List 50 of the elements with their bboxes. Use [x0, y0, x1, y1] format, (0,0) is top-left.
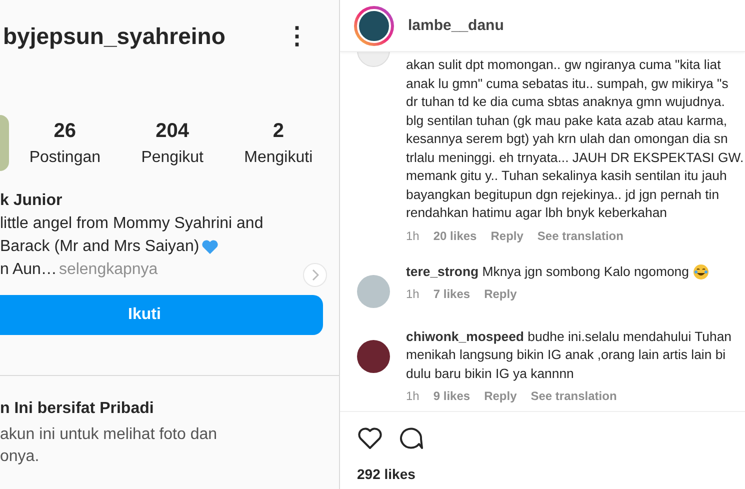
profile-name: k Junior [0, 192, 64, 210]
comment-text: dulu baru bikin IG ya kannnn [406, 364, 575, 383]
stat-label: Mengikuti [244, 148, 313, 166]
comment-time: 1h [406, 228, 420, 242]
translation-link[interactable]: See translation [530, 389, 617, 403]
follow-button[interactable]: Ikuti [0, 295, 323, 335]
heart-icon [201, 239, 220, 255]
comment-text: anak lu gmn" cuma sebatas itu.. sumpah, gw mikirya "s [406, 74, 730, 93]
comment-icon[interactable] [399, 426, 425, 450]
comment-time: 1h [406, 287, 420, 301]
stat-label: Pengikut [141, 148, 204, 166]
avatar [357, 274, 390, 308]
stat-count: 2 [272, 120, 284, 142]
private-text: akun ini untuk melihat foto dan [0, 426, 218, 444]
comment-text: chiwonk_mospeed budhe ini.selalu mendahului Tuhan [406, 328, 732, 346]
private-text: onya. [0, 448, 40, 466]
comment-text: memank gitu y.. Tuhan sekalinya kasih sentilan itu jauh [406, 167, 728, 185]
reply-link[interactable]: Reply [484, 287, 517, 301]
heart-icon[interactable] [357, 426, 383, 450]
private-title: n Ini bersifat Pribadi [0, 400, 155, 418]
stat-count: 204 [156, 120, 190, 142]
stat-label: Postingan [29, 148, 101, 166]
profile-avatar [0, 115, 9, 171]
comment-text: dr tuhan td ke dia cuma sbtas anaknya gmn wujudnya. [406, 93, 726, 111]
more-link[interactable]: selengkapnya [58, 261, 158, 279]
likes-count[interactable]: 20 likes [433, 228, 477, 242]
author-username[interactable]: lambe__danu [408, 17, 504, 34]
comment-text: bayangkan begitupun dgn rejekinya.. jd jgn pernah tin [406, 186, 720, 204]
reply-link[interactable]: Reply [490, 228, 524, 242]
bio-text: Barack (Mr and Mrs Saiyan) [0, 238, 200, 256]
profile-username: byjepsun_syahreino [3, 22, 226, 50]
bio-text: little angel from Mommy Syahrini and [0, 215, 264, 233]
more-menu[interactable]: ⋮ [285, 22, 309, 50]
likes-count: 292 likes [356, 465, 416, 482]
comment-text: tere_strong Mknya jgn sombong Kalo ngomong [406, 262, 689, 281]
translation-link[interactable]: See translation [537, 228, 624, 242]
likes-count[interactable]: 9 likes [433, 389, 470, 403]
author-avatar[interactable] [354, 6, 394, 46]
bio-text: n Aun… [0, 261, 57, 279]
comment-text: trlalu meninggi. eh trnyata... JAUH DR EKSPEKTASI GW. [406, 148, 744, 167]
comment-text: rendahkan hatimu agar lbh bnyk keberkahan [406, 204, 668, 222]
comment-text: blg sentilan tuhan (gk mau pake kata azab atau karma, [406, 112, 728, 130]
likes-count[interactable]: 7 likes [433, 287, 470, 301]
comment-text: menikah langsung bikin IG anak ,orang lain artis lain bi [406, 346, 727, 364]
avatar [357, 340, 390, 372]
comment-time: 1h [406, 389, 420, 403]
stat-count: 26 [54, 120, 76, 142]
reply-link[interactable]: Reply [484, 389, 517, 403]
comment-text: akan sulit dpt momongan.. gw ngiranya cuma "kita liat [406, 56, 722, 74]
comment-text: kesannya serem bgt) yah krn ulah dan omongan dia sn [406, 130, 729, 148]
